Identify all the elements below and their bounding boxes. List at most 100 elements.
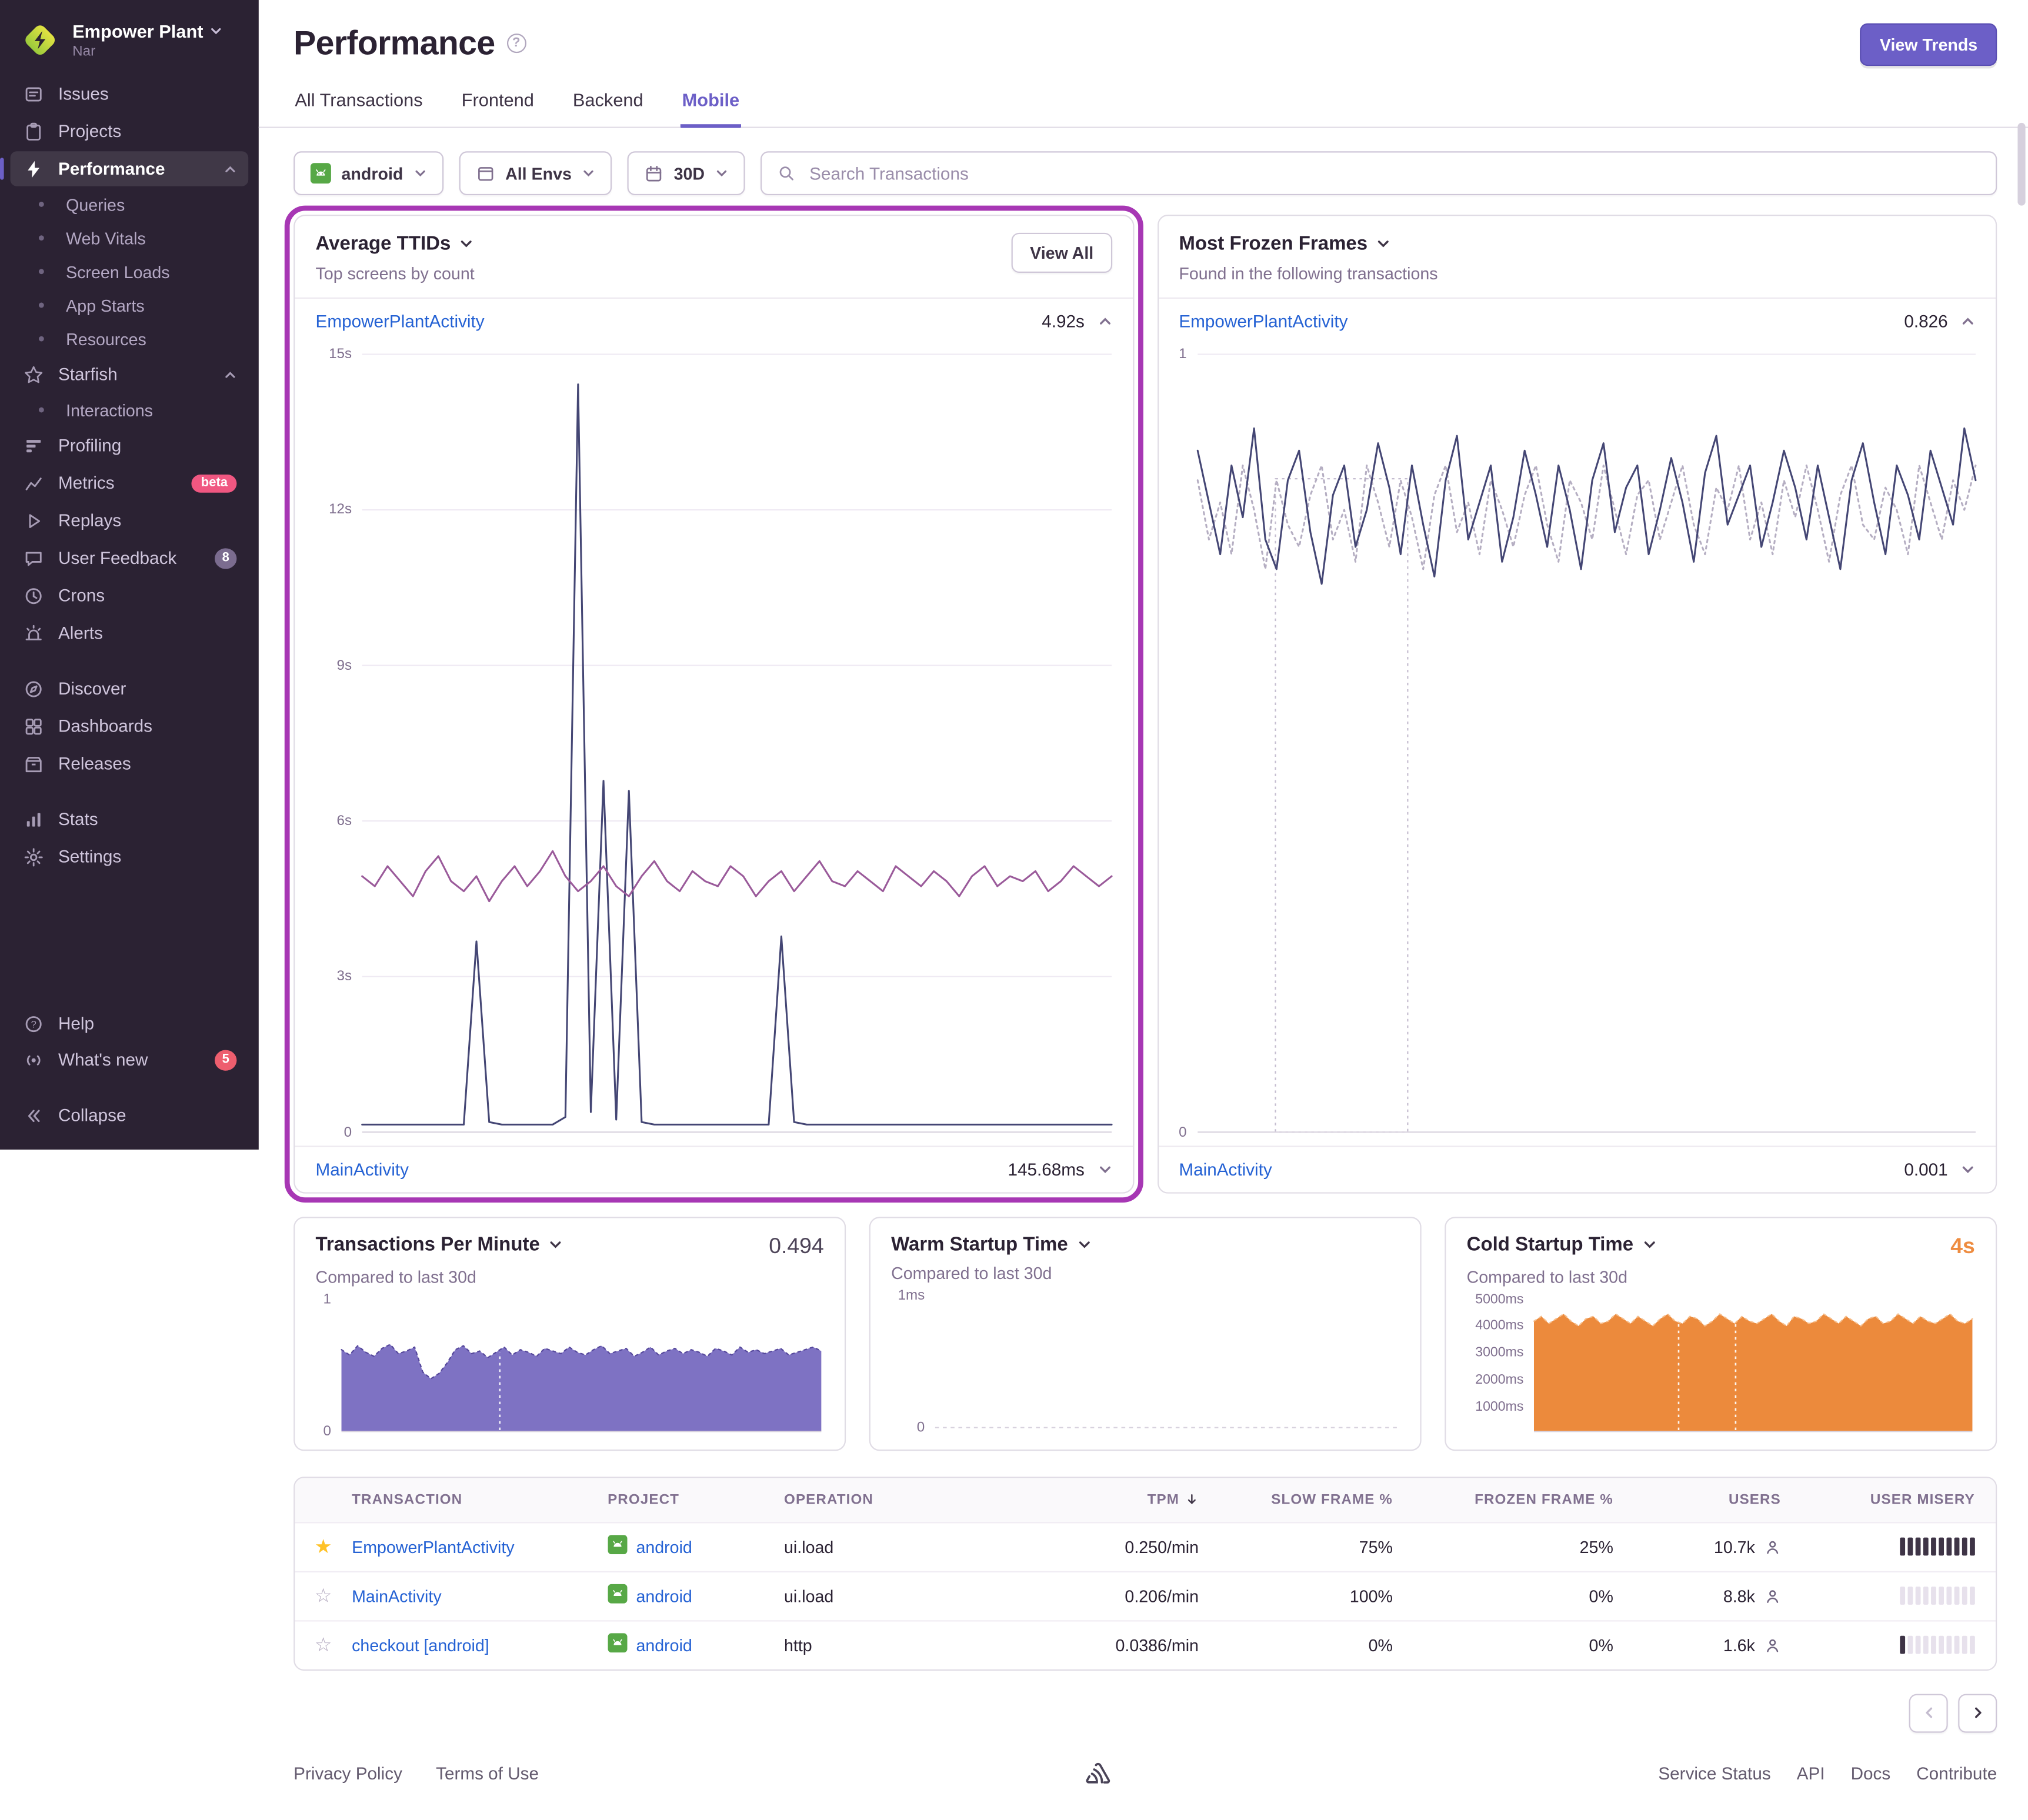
sidebar-item-replays[interactable]: Replays xyxy=(11,503,249,537)
transaction-link[interactable]: EmpowerPlantActivity xyxy=(316,312,485,331)
compass-icon xyxy=(22,678,45,699)
sidebar-item-issues[interactable]: Issues xyxy=(11,76,249,111)
footer: Privacy Policy Terms of Use Service Stat… xyxy=(259,1737,2028,1820)
service-status-link[interactable]: Service Status xyxy=(1658,1764,1770,1783)
beta-badge: beta xyxy=(192,474,236,492)
panel-title-label: Transactions Per Minute xyxy=(316,1233,540,1255)
expand-chevron-down[interactable] xyxy=(1958,1159,1977,1178)
sidebar-item-label: Crons xyxy=(58,586,105,605)
sidebar-item-resources[interactable]: Resources xyxy=(11,323,249,355)
tpm-title[interactable]: Transactions Per Minute xyxy=(316,1233,563,1255)
sidebar-item-collapse[interactable]: Collapse xyxy=(11,1098,249,1133)
expand-chevron-down[interactable] xyxy=(1095,1159,1114,1178)
sidebar-item-releases[interactable]: Releases xyxy=(11,746,249,781)
column-header-frozen-frame[interactable]: FROZEN FRAME % xyxy=(1393,1492,1613,1507)
column-header-project[interactable]: PROJECT xyxy=(608,1492,784,1507)
scrollbar-thumb[interactable] xyxy=(2017,123,2025,206)
star-toggle[interactable]: ★ xyxy=(295,1535,352,1558)
sidebar-item-app-starts[interactable]: App Starts xyxy=(11,290,249,321)
warm-y-axis: 1ms0 xyxy=(891,1295,925,1427)
sidebar-item-label: Issues xyxy=(58,84,109,103)
sidebar-item-discover[interactable]: Discover xyxy=(11,671,249,706)
chevron-down-icon xyxy=(549,1237,563,1251)
sidebar-item-label: Stats xyxy=(58,810,98,829)
transaction-link[interactable]: MainActivity xyxy=(1179,1159,1272,1178)
sidebar-item-web-vitals[interactable]: Web Vitals xyxy=(11,222,249,253)
tab-frontend[interactable]: Frontend xyxy=(460,84,535,128)
project-cell: android xyxy=(608,1535,784,1558)
warm-startup-title[interactable]: Warm Startup Time xyxy=(891,1233,1091,1255)
users-cell: 10.7k xyxy=(1613,1537,1781,1556)
terms-of-use-link[interactable]: Terms of Use xyxy=(436,1764,539,1783)
sidebar-item-alerts[interactable]: Alerts xyxy=(11,616,249,650)
frozen-frame-cell: 0% xyxy=(1393,1635,1613,1655)
tab-mobile[interactable]: Mobile xyxy=(681,84,741,128)
sidebar-item-screen-loads[interactable]: Screen Loads xyxy=(11,256,249,287)
column-header-slow-frame[interactable]: SLOW FRAME % xyxy=(1199,1492,1393,1507)
sidebar-item-crons[interactable]: Crons xyxy=(11,578,249,613)
project-link[interactable]: android xyxy=(636,1586,692,1605)
org-switcher[interactable]: Empower Plant Nar xyxy=(0,13,259,75)
title-help-icon[interactable]: ? xyxy=(506,34,526,53)
sidebar-item-whats-new[interactable]: What's new 5 xyxy=(11,1042,249,1077)
project-link[interactable]: android xyxy=(636,1537,692,1556)
sidebar-item-projects[interactable]: Projects xyxy=(11,114,249,149)
transaction-link[interactable]: EmpowerPlantActivity xyxy=(1179,312,1347,331)
sidebar-item-label: Queries xyxy=(66,195,125,214)
view-all-button[interactable]: View All xyxy=(1012,233,1112,273)
average-ttids-title[interactable]: Average TTIDs xyxy=(316,233,1112,255)
tab-backend[interactable]: Backend xyxy=(572,84,645,128)
project-filter-dropdown[interactable]: android xyxy=(293,151,443,195)
collapse-chevron-up[interactable] xyxy=(1958,312,1977,331)
tpm-cell: 0.0386/min xyxy=(978,1635,1199,1655)
average-ttids-panel: Average TTIDs Top screens by count View … xyxy=(293,215,1133,1193)
sidebar-item-performance[interactable]: Performance xyxy=(11,151,249,186)
sidebar-item-dashboards[interactable]: Dashboards xyxy=(11,709,249,743)
project-link[interactable]: android xyxy=(636,1635,692,1655)
users-count: 10.7k xyxy=(1714,1537,1755,1556)
previous-page-button[interactable] xyxy=(1909,1694,1948,1732)
sidebar-item-queries[interactable]: Queries xyxy=(11,189,249,220)
star-toggle[interactable]: ☆ xyxy=(295,1633,352,1657)
transaction-link[interactable]: checkout [android] xyxy=(352,1635,489,1655)
column-header-users[interactable]: USERS xyxy=(1613,1492,1781,1507)
sidebar-item-label: Resources xyxy=(66,329,146,349)
environment-filter-dropdown[interactable]: All Envs xyxy=(459,151,612,195)
contribute-link[interactable]: Contribute xyxy=(1916,1764,1997,1783)
sidebar-item-metrics[interactable]: Metrics beta xyxy=(11,466,249,500)
chevron-up-icon[interactable] xyxy=(224,162,236,175)
view-trends-button[interactable]: View Trends xyxy=(1860,24,1997,66)
user-misery-bars xyxy=(1900,1636,1975,1654)
column-header-transaction[interactable]: TRANSACTION xyxy=(352,1492,608,1507)
transaction-link[interactable]: EmpowerPlantActivity xyxy=(352,1537,514,1556)
sidebar-item-help[interactable]: ? Help xyxy=(11,1006,249,1041)
sidebar-item-user-feedback[interactable]: User Feedback 8 xyxy=(11,540,249,575)
star-toggle[interactable]: ☆ xyxy=(295,1584,352,1608)
search-input[interactable] xyxy=(807,162,1980,184)
sidebar-item-stats[interactable]: Stats xyxy=(11,802,249,836)
column-header-operation[interactable]: OPERATION xyxy=(784,1492,978,1507)
api-link[interactable]: API xyxy=(1797,1764,1825,1783)
project-cell: android xyxy=(608,1633,784,1657)
docs-link[interactable]: Docs xyxy=(1851,1764,1891,1783)
pagination xyxy=(293,1694,1997,1732)
transaction-link[interactable]: MainActivity xyxy=(352,1586,442,1605)
bullet-icon xyxy=(30,202,54,207)
chevron-up-icon[interactable] xyxy=(224,368,236,381)
cold-startup-title[interactable]: Cold Startup Time xyxy=(1467,1233,1657,1255)
column-header-user-misery[interactable]: USER MISERY xyxy=(1781,1492,1975,1507)
column-header-tpm[interactable]: TPM xyxy=(978,1492,1199,1507)
flame-chart-icon xyxy=(22,435,45,456)
transaction-link[interactable]: MainActivity xyxy=(316,1159,409,1178)
most-frozen-frames-title[interactable]: Most Frozen Frames xyxy=(1179,233,1974,255)
sidebar-item-interactions[interactable]: Interactions xyxy=(11,395,249,426)
tab-all-transactions[interactable]: All Transactions xyxy=(293,84,424,128)
cold-chart-area: 5000ms4000ms3000ms2000ms1000ms xyxy=(1467,1291,1975,1436)
collapse-chevron-up[interactable] xyxy=(1095,312,1114,331)
sidebar-item-profiling[interactable]: Profiling xyxy=(11,428,249,463)
date-range-dropdown[interactable]: 30D xyxy=(627,151,745,195)
next-page-button[interactable] xyxy=(1958,1694,1997,1732)
sidebar-item-settings[interactable]: Settings xyxy=(11,839,249,874)
sidebar-item-starfish[interactable]: Starfish xyxy=(11,357,249,392)
privacy-policy-link[interactable]: Privacy Policy xyxy=(293,1764,402,1783)
